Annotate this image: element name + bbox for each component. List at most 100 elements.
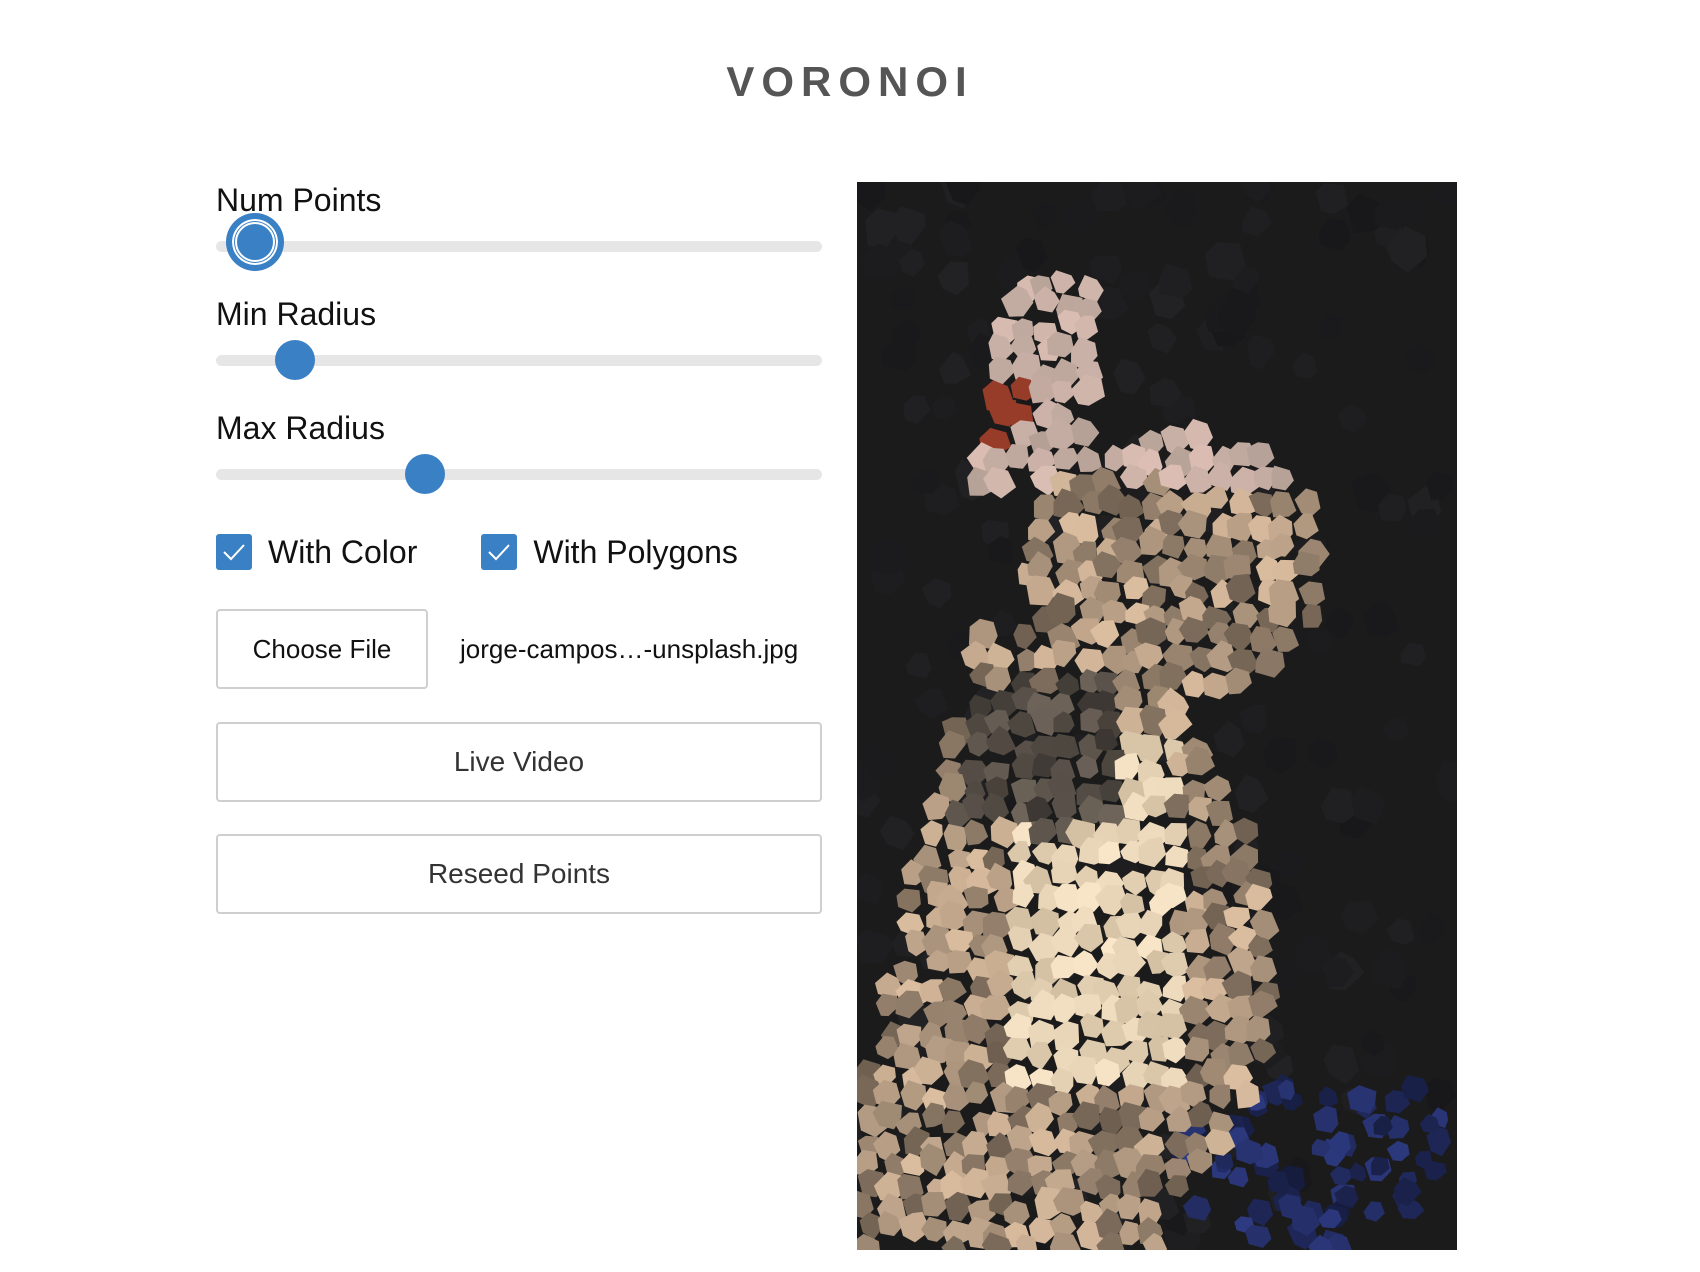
mosaic-cell — [903, 395, 931, 425]
mosaic-cell — [1315, 183, 1349, 214]
mosaic-cell — [1308, 737, 1338, 770]
mosaic-cell — [1246, 442, 1275, 470]
mosaic-cell — [1245, 1224, 1272, 1248]
mosaic-cell — [1323, 1044, 1359, 1085]
mosaic-cell — [1076, 446, 1102, 472]
mosaic-cell — [1209, 1084, 1231, 1110]
mosaic-cell — [881, 339, 917, 371]
with-polygons-label: With Polygons — [533, 533, 738, 570]
mosaic-cell — [1302, 603, 1323, 628]
mosaic-cell — [1238, 704, 1268, 734]
mosaic-cell — [1291, 352, 1317, 379]
num-points-thumb[interactable] — [230, 217, 281, 267]
mosaic-cell — [1313, 1105, 1339, 1133]
with-color-checkbox[interactable]: With Color — [216, 534, 417, 571]
max-radius-label: Max Radius — [216, 410, 385, 446]
mosaic-cell — [1050, 1232, 1081, 1250]
voronoi-canvas — [857, 182, 1457, 1250]
mosaic-cell — [1293, 513, 1319, 540]
max-radius-thumb[interactable] — [405, 454, 446, 494]
mosaic-cell — [1118, 270, 1151, 303]
mosaic-cell — [1061, 197, 1096, 235]
reseed-points-button[interactable]: Reseed Points — [216, 834, 822, 914]
mosaic-cell — [1274, 959, 1300, 990]
max-radius-slider[interactable] — [216, 448, 822, 500]
num-points-label: Num Points — [216, 182, 382, 218]
mosaic-cell — [1262, 736, 1297, 774]
mosaic-cell — [988, 356, 1015, 385]
min-radius-slider[interactable] — [216, 334, 822, 386]
mosaic-cell — [1424, 1160, 1447, 1181]
mosaic-cell — [1053, 448, 1080, 470]
mosaic-cell — [1298, 581, 1326, 606]
mosaic-cell — [943, 824, 967, 852]
mosaic-cell — [889, 288, 916, 311]
mosaic-cell — [1400, 642, 1427, 667]
mosaic-cell — [1033, 202, 1057, 230]
checkmark-icon[interactable] — [481, 534, 518, 570]
mosaic-cell — [1423, 1077, 1457, 1112]
mosaic-cell — [914, 689, 949, 719]
mosaic-cell — [1318, 1086, 1339, 1108]
mosaic-cell — [920, 820, 943, 847]
mosaic-cell — [1051, 380, 1074, 404]
mosaic-cell — [1070, 417, 1100, 447]
mosaic-cell — [937, 261, 969, 296]
voronoi-mosaic-image — [857, 182, 1457, 1250]
mosaic-cell — [1292, 551, 1320, 577]
mosaic-cell — [857, 1233, 880, 1250]
min-radius-label: Min Radius — [216, 296, 377, 332]
mosaic-cell — [857, 872, 884, 905]
num-points-track[interactable] — [216, 241, 822, 252]
file-input: Choose File jorge-campos…-unsplash.jpg — [216, 608, 822, 690]
mosaic-cell — [1202, 672, 1230, 700]
mosaic-cell — [1271, 465, 1294, 491]
choose-file-button[interactable]: Choose File — [216, 609, 428, 689]
live-video-button[interactable]: Live Video — [216, 722, 822, 802]
mosaic-cell — [1025, 1041, 1053, 1070]
mosaic-cell — [1294, 488, 1321, 516]
max-radius-track[interactable] — [216, 469, 822, 480]
mosaic-cell — [1405, 343, 1437, 374]
mosaic-cell — [1234, 774, 1269, 814]
mosaic-cell — [1316, 314, 1343, 339]
mosaic-cell — [1091, 182, 1128, 212]
mosaic-cell — [905, 652, 932, 679]
with-polygons-checkbox[interactable]: With Polygons — [481, 534, 738, 571]
mosaic-cell — [1184, 1036, 1210, 1062]
mosaic-cell — [964, 819, 989, 846]
mosaic-cell — [921, 578, 952, 608]
mosaic-cell — [1435, 760, 1457, 803]
mosaic-cell — [1433, 182, 1457, 207]
mosaic-cell — [1030, 907, 1060, 937]
mosaic-cell — [1246, 334, 1275, 371]
mosaic-cell — [1112, 358, 1146, 395]
mosaic-cell — [875, 993, 899, 1017]
mosaic-cell — [1013, 623, 1037, 650]
mosaic-cell — [1339, 900, 1379, 934]
mosaic-cell — [1050, 270, 1076, 294]
checkmark-icon[interactable] — [216, 534, 252, 570]
mosaic-cell — [1213, 720, 1245, 758]
mosaic-cell — [1337, 404, 1368, 433]
options-row: With Color With Polygons — [216, 522, 822, 582]
controls-panel: Num Points Min Radius Max Radius With Co… — [216, 180, 822, 914]
mosaic-cell — [1386, 918, 1415, 945]
mosaic-cell — [1158, 263, 1193, 299]
mosaic-cell — [1418, 911, 1448, 944]
mosaic-cell — [1147, 323, 1178, 354]
mosaic-cell — [938, 352, 972, 384]
page-title: VORONOI — [726, 58, 974, 105]
mosaic-cell — [896, 888, 921, 913]
mosaic-cell — [921, 1192, 947, 1217]
mosaic-cell — [1255, 648, 1285, 678]
min-radius-thumb[interactable] — [274, 340, 315, 380]
mosaic-cell — [1426, 471, 1454, 501]
mosaic-cell — [1080, 1012, 1104, 1038]
mosaic-cell — [942, 1083, 970, 1111]
mosaic-cell — [880, 815, 915, 851]
num-points-slider[interactable] — [216, 217, 822, 272]
mosaic-cell — [1325, 606, 1355, 639]
mosaic-cell — [1307, 628, 1334, 656]
mosaic-cell — [1055, 672, 1080, 696]
